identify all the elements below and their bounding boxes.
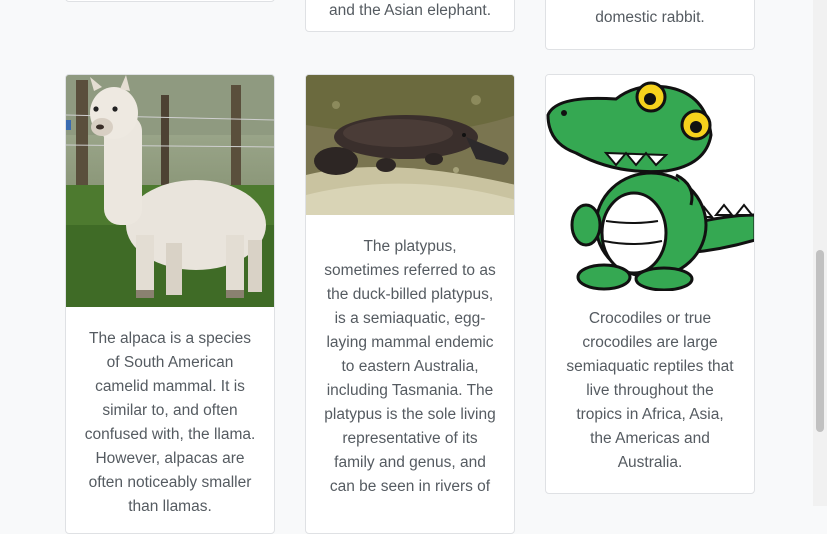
card-top-right: domestic rabbit.	[545, 0, 755, 50]
alpaca-image	[66, 75, 274, 307]
platypus-image	[306, 75, 514, 215]
animal-card-platypus: The platypus, sometimes referred to as t…	[305, 74, 515, 534]
alpaca-illustration	[66, 75, 274, 307]
card-text: and the Asian elephant.	[328, 2, 492, 19]
card-text: domestic rabbit.	[595, 9, 705, 26]
animal-card-crocodile: Crocodiles or true crocodiles are large …	[545, 74, 755, 494]
page-scrollbar[interactable]	[813, 0, 827, 506]
card-text: The platypus, sometimes referred to as t…	[324, 238, 496, 495]
card-text: The alpaca is a species of South America…	[84, 330, 256, 515]
card-text: Crocodiles or true crocodiles are large …	[566, 310, 734, 471]
crocodile-illustration	[546, 75, 754, 291]
platypus-illustration	[306, 75, 514, 215]
card-top-middle: and the Asian elephant.	[305, 0, 515, 32]
crocodile-image	[546, 75, 754, 291]
scrollbar-thumb[interactable]	[816, 250, 824, 432]
animal-card-alpaca: The alpaca is a species of South America…	[65, 74, 275, 534]
card-top-left	[65, 0, 275, 2]
